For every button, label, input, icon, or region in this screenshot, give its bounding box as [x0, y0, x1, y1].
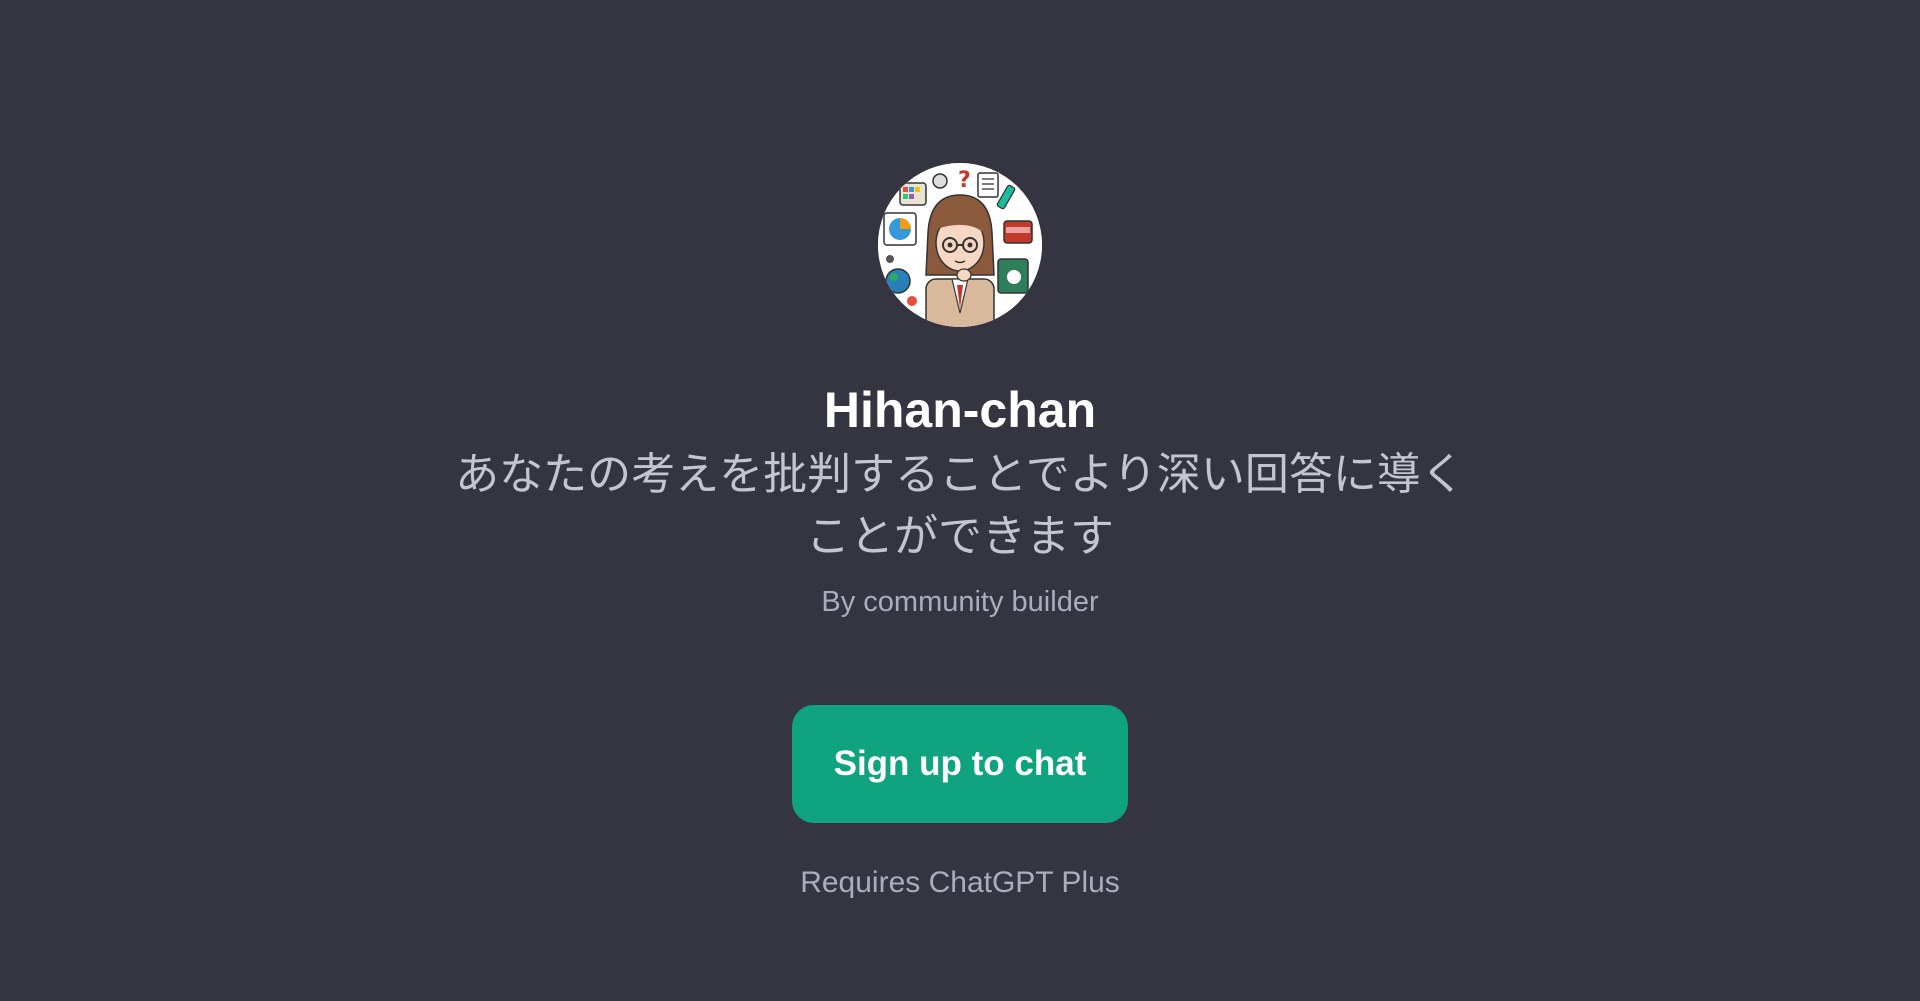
- gpt-description: あなたの考えを批判することでより深い回答に導くことができます: [455, 449, 1465, 562]
- gpt-avatar: ?: [878, 163, 1042, 327]
- sign-up-to-chat-button[interactable]: Sign up to chat: [792, 705, 1128, 823]
- gpt-author: By community builder: [821, 586, 1099, 618]
- gpt-title: Hihan-chan: [823, 382, 1097, 438]
- svg-text:?: ?: [958, 168, 971, 193]
- plan-requirement-text: Requires ChatGPT Plus: [800, 866, 1120, 899]
- avatar-illustration-icon: ?: [878, 163, 1042, 327]
- gpt-landing-page: ? Hihan-chan あなたの考えを批判することでより深い回答に導くことがで…: [0, 0, 1920, 1001]
